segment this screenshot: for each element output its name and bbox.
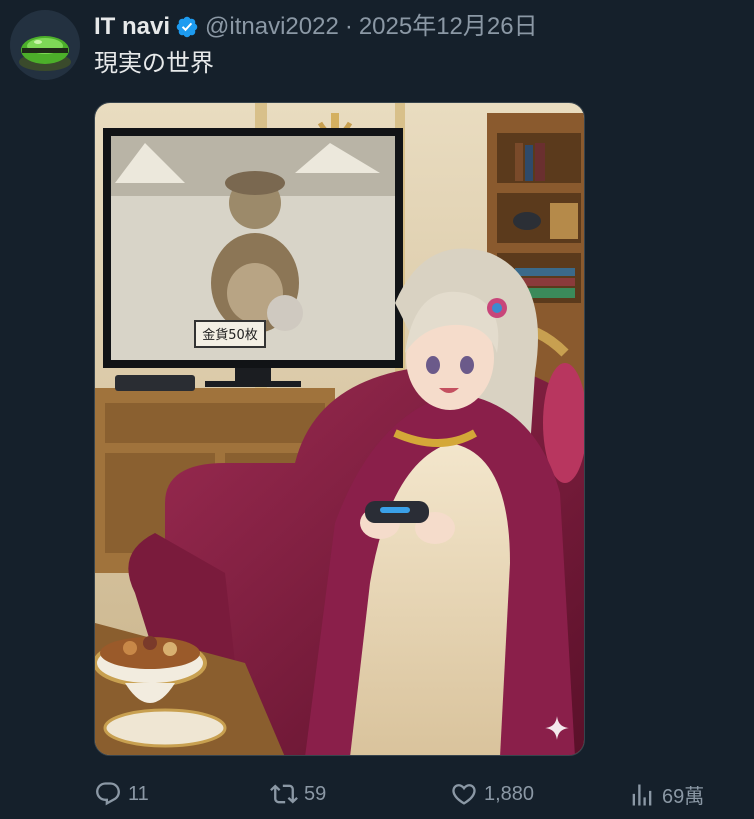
anime-illustration-image: 金貨50枚	[95, 103, 584, 755]
views-button[interactable]: 69萬	[628, 780, 704, 809]
post-text: 現実の世界	[94, 50, 214, 77]
verified-badge-icon[interactable]	[175, 15, 199, 39]
price-sign: 金貨50枚	[202, 327, 258, 343]
repost-icon	[270, 784, 298, 804]
ai-sparkle-icon	[545, 716, 569, 740]
author-handle[interactable]: @itnavi2022	[205, 13, 339, 41]
post-actions: 11 59 1,880 69萬	[94, 780, 716, 814]
heart-icon	[452, 784, 476, 805]
like-count: 1,880	[484, 782, 535, 805]
separator-dot: ·	[344, 13, 353, 40]
reply-button[interactable]: 11	[94, 780, 149, 808]
display-name[interactable]: IT navi	[94, 13, 170, 41]
post-header: IT navi @itnavi2022 · 2025年12月26日	[94, 13, 538, 41]
reply-icon	[96, 782, 120, 806]
post-date[interactable]: 2025年12月26日	[359, 13, 538, 41]
repost-button[interactable]: 59	[270, 780, 326, 808]
repost-count: 59	[304, 782, 327, 805]
avatar[interactable]	[10, 10, 80, 80]
green-slime-avatar-icon	[10, 10, 80, 80]
reply-count: 11	[128, 782, 149, 805]
like-button[interactable]: 1,880	[450, 780, 534, 808]
views-count: 69萬	[662, 786, 705, 808]
views-chart-icon	[632, 784, 652, 805]
post-image[interactable]: 金貨50枚	[94, 102, 585, 756]
